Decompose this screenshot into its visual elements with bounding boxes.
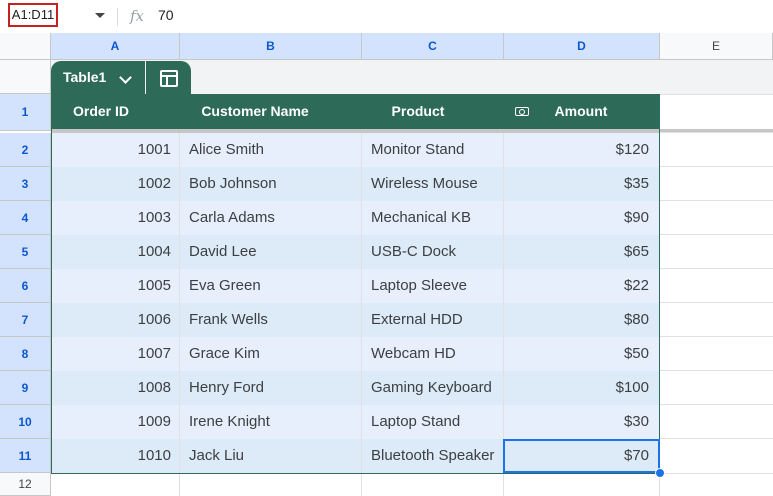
header-amount[interactable]: Amount [531, 94, 631, 129]
cell-order-id[interactable]: 1009 [51, 405, 179, 439]
header-customer-name[interactable]: Customer Name [180, 94, 330, 129]
header-order-id[interactable]: Order ID [51, 94, 151, 129]
cell-product[interactable]: Gaming Keyboard [371, 371, 511, 405]
active-cell-d11[interactable] [503, 439, 660, 473]
cell-customer-name[interactable]: Frank Wells [189, 303, 361, 337]
cell-product[interactable]: Monitor Stand [371, 133, 511, 167]
cell-product[interactable]: Bluetooth Speaker [371, 439, 511, 473]
row-header-2[interactable]: 2 [0, 133, 51, 167]
table-settings-icon [160, 70, 178, 87]
fx-icon: fx [130, 7, 145, 25]
cell-amount[interactable]: $35 [503, 167, 657, 201]
cell-customer-name[interactable]: Grace Kim [189, 337, 361, 371]
cell-order-id[interactable]: 1010 [51, 439, 179, 473]
table-row: 1009 Irene Knight Laptop Stand $30 [51, 405, 660, 439]
formula-divider [117, 8, 118, 26]
currency-icon [515, 107, 529, 116]
table-row: 1005 Eva Green Laptop Sleeve $22 [51, 269, 660, 303]
column-header-c[interactable]: C [362, 33, 504, 60]
name-box-dropdown-icon[interactable] [95, 13, 105, 18]
row-header-5[interactable]: 5 [0, 235, 51, 269]
cell-amount[interactable]: $100 [503, 371, 657, 405]
cell-order-id[interactable]: 1001 [51, 133, 179, 167]
chevron-down-icon[interactable] [119, 71, 132, 84]
table-settings-button[interactable] [146, 61, 191, 94]
cell-order-id[interactable]: 1007 [51, 337, 179, 371]
cell-customer-name[interactable]: David Lee [189, 235, 361, 269]
cell-product[interactable]: Mechanical KB [371, 201, 511, 235]
table-row: 1004 David Lee USB-C Dock $65 [51, 235, 660, 269]
table-row: 1007 Grace Kim Webcam HD $50 [51, 337, 660, 371]
cell-amount[interactable]: $90 [503, 201, 657, 235]
grid-line [660, 132, 773, 133]
grid-line [660, 370, 773, 371]
cell-order-id[interactable]: 1004 [51, 235, 179, 269]
cell-product[interactable]: Wireless Mouse [371, 167, 511, 201]
cell-order-id[interactable]: 1005 [51, 269, 179, 303]
grid-line [179, 133, 180, 496]
grid-line [660, 302, 773, 303]
cell-amount[interactable]: $80 [503, 303, 657, 337]
row-header-3[interactable]: 3 [0, 167, 51, 201]
cell-customer-name[interactable]: Eva Green [189, 269, 361, 303]
grid-line [660, 234, 773, 235]
table-row: 1008 Henry Ford Gaming Keyboard $100 [51, 371, 660, 405]
column-header-a[interactable]: A [51, 33, 180, 60]
cell-order-id[interactable]: 1008 [51, 371, 179, 405]
cell-amount[interactable]: $120 [503, 133, 657, 167]
grid-line [660, 404, 773, 405]
cell-amount[interactable]: $65 [503, 235, 657, 269]
formula-bar: A1:D11 fx 70 [0, 0, 773, 34]
table-name-tab[interactable]: Table1 [51, 61, 145, 94]
cell-amount[interactable]: $22 [503, 269, 657, 303]
cell-amount[interactable]: $50 [503, 337, 657, 371]
grid-line [660, 268, 773, 269]
table-header-row: Order ID Customer Name Product Amount [51, 94, 660, 129]
cell-product[interactable]: External HDD [371, 303, 511, 337]
header-product[interactable]: Product [362, 94, 474, 129]
grid-line [660, 336, 773, 337]
row-header-4[interactable]: 4 [0, 201, 51, 235]
cell-amount[interactable]: $30 [503, 405, 657, 439]
grid-line [361, 133, 362, 496]
column-header-e[interactable]: E [660, 33, 773, 60]
cell-product[interactable]: Webcam HD [371, 337, 511, 371]
cell-customer-name[interactable]: Jack Liu [189, 439, 361, 473]
column-header-d[interactable]: D [504, 33, 660, 60]
row-header-blank [0, 60, 51, 94]
table-name: Table1 [63, 69, 107, 85]
cell-product[interactable]: Laptop Stand [371, 405, 511, 439]
fill-handle[interactable] [655, 468, 665, 478]
name-box[interactable]: A1:D11 [8, 3, 58, 27]
row-header-9[interactable]: 9 [0, 371, 51, 405]
cell-customer-name[interactable]: Alice Smith [189, 133, 361, 167]
cell-customer-name[interactable]: Carla Adams [189, 201, 361, 235]
cell-customer-name[interactable]: Henry Ford [189, 371, 361, 405]
table-row: 1001 Alice Smith Monitor Stand $120 [51, 133, 660, 167]
grid-line [660, 438, 773, 439]
cell-customer-name[interactable]: Bob Johnson [189, 167, 361, 201]
row-header-7[interactable]: 7 [0, 303, 51, 337]
grid-line [659, 94, 660, 496]
cell-order-id[interactable]: 1006 [51, 303, 179, 337]
table-row: 1002 Bob Johnson Wireless Mouse $35 [51, 167, 660, 201]
row-header-12[interactable]: 12 [0, 473, 51, 496]
grid-line [660, 166, 773, 167]
grid-line [660, 200, 773, 201]
select-all-corner[interactable] [0, 33, 51, 60]
row-header-11[interactable]: 11 [0, 439, 51, 473]
table-row: 1003 Carla Adams Mechanical KB $90 [51, 201, 660, 235]
formula-input[interactable]: 70 [158, 7, 174, 23]
cell-order-id[interactable]: 1003 [51, 201, 179, 235]
cell-product[interactable]: USB-C Dock [371, 235, 511, 269]
cell-order-id[interactable]: 1002 [51, 167, 179, 201]
cell-product[interactable]: Laptop Sleeve [371, 269, 511, 303]
row-header-1[interactable]: 1 [0, 94, 51, 131]
row-header-6[interactable]: 6 [0, 269, 51, 303]
cell-customer-name[interactable]: Irene Knight [189, 405, 361, 439]
table-row: 1006 Frank Wells External HDD $80 [51, 303, 660, 337]
row-header-10[interactable]: 10 [0, 405, 51, 439]
column-header-b[interactable]: B [180, 33, 362, 60]
row-header-8[interactable]: 8 [0, 337, 51, 371]
